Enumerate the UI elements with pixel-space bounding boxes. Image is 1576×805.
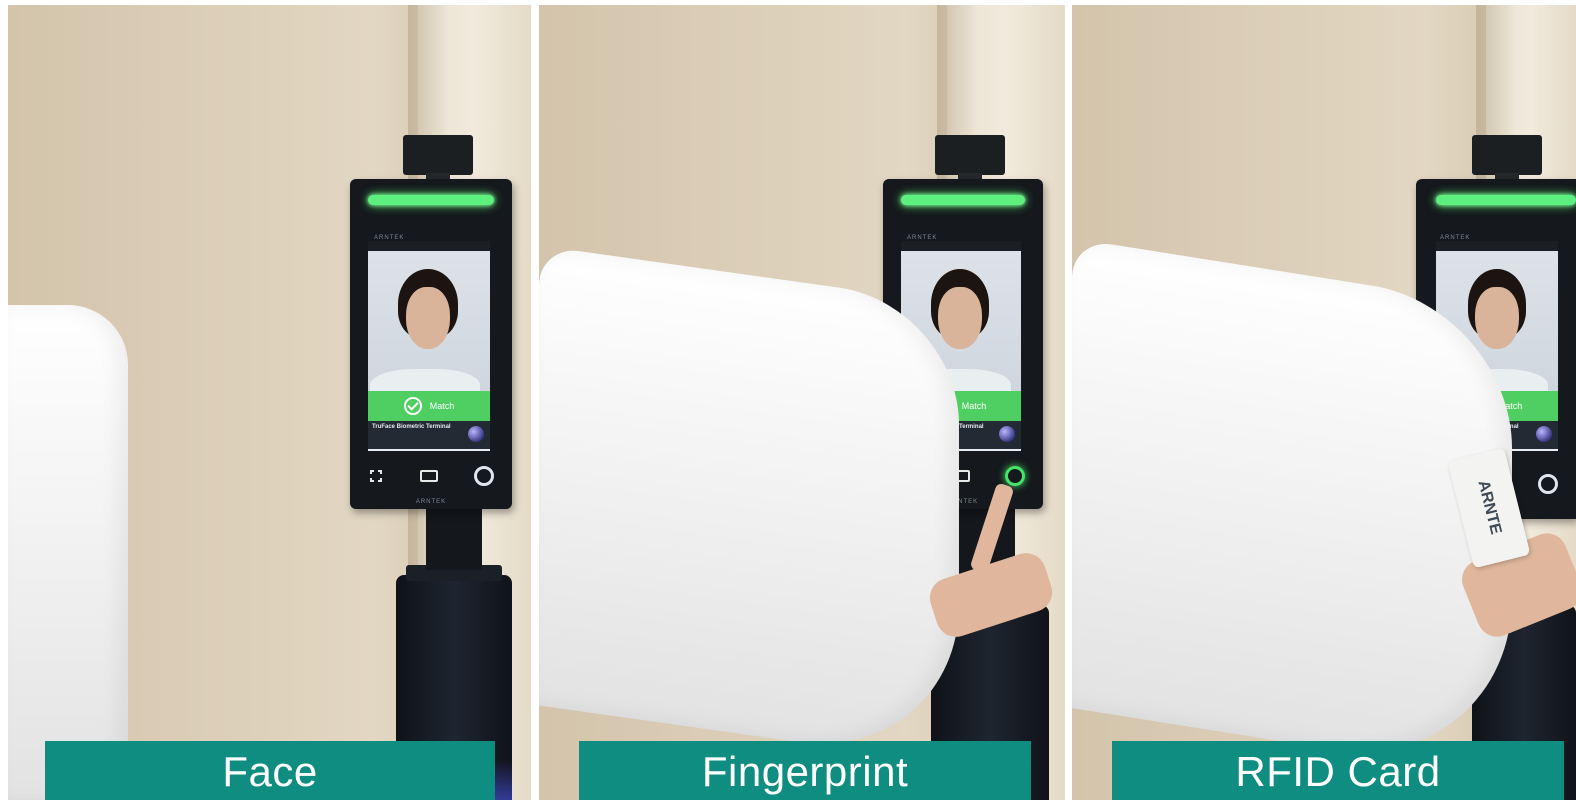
- rfid-card-brand: ARNTE: [1474, 479, 1505, 537]
- fingerprint-sensor-icon[interactable]: [1538, 474, 1559, 494]
- status-light-bar: [368, 195, 494, 205]
- device-screen: Match TruFace Biometric Terminal: [368, 241, 490, 451]
- person-face: [1475, 287, 1519, 349]
- card-reader-icon[interactable]: [420, 470, 438, 482]
- person-sleeve-arm: [1072, 238, 1512, 778]
- person-face: [938, 287, 982, 349]
- panel-face: ARNTEK Match TruFace Biometric Terminal …: [8, 5, 531, 800]
- face-scan-icon[interactable]: [368, 468, 384, 484]
- status-light-bar: [1436, 195, 1576, 205]
- person-sleeve-arm: [539, 245, 959, 765]
- match-text: Match: [429, 401, 455, 411]
- person-sleeve: [8, 305, 128, 800]
- fingerprint-sensor-icon[interactable]: [474, 466, 494, 486]
- stand-post: [426, 505, 482, 570]
- caption-face: Face: [45, 741, 495, 800]
- biometric-terminal: ARNTEK Match TruFace Biometric Terminal …: [350, 179, 512, 509]
- screen-status-bar: [901, 241, 1021, 251]
- screen-status-bar: [1436, 241, 1558, 251]
- status-light-bar: [901, 195, 1025, 205]
- caption-fingerprint: Fingerprint: [579, 741, 1031, 800]
- fingerprint-sensor-icon[interactable]: [1005, 466, 1026, 486]
- orb-icon: [1536, 426, 1552, 442]
- camera-module: [1472, 135, 1542, 175]
- device-buttons-row: [350, 461, 512, 491]
- device-brand-bottom: ARNTEK: [415, 499, 447, 505]
- caption-rfid: RFID Card: [1112, 741, 1564, 800]
- match-result-bar: Match: [368, 391, 490, 421]
- person-face: [406, 287, 450, 349]
- panel-fingerprint: ARNTEK Match TruFace Biometric Terminal …: [539, 5, 1065, 800]
- match-text: Match: [961, 401, 987, 411]
- panel-rfid: ARNTEK Match TruFace Biometric Terminal: [1072, 5, 1576, 800]
- camera-module: [935, 135, 1005, 175]
- camera-module: [403, 135, 473, 175]
- terminal-info: TruFace Biometric Terminal: [368, 421, 490, 449]
- orb-icon: [468, 426, 484, 442]
- screen-status-bar: [368, 241, 490, 251]
- orb-icon: [999, 426, 1015, 442]
- face-camera-view: [368, 251, 490, 409]
- check-circle-icon: [403, 397, 422, 415]
